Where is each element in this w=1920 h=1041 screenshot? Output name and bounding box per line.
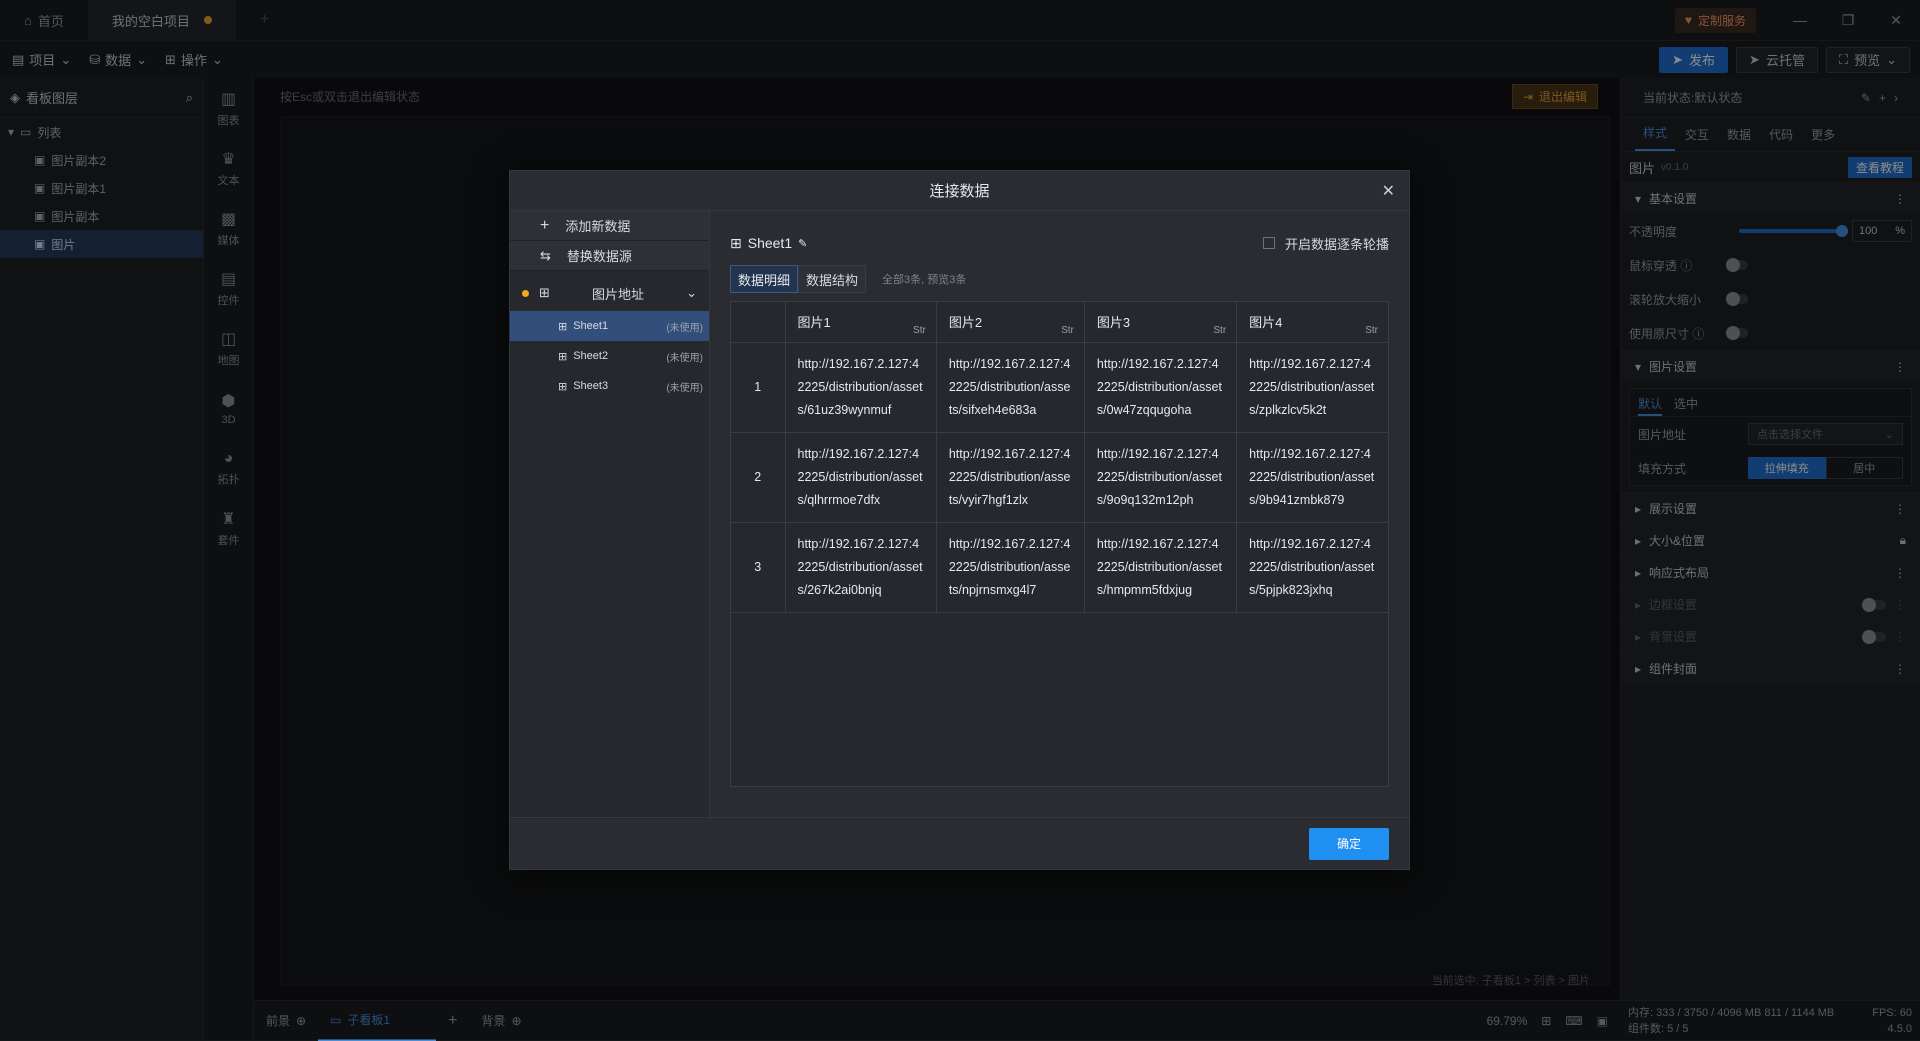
table-cell: http://192.167.2.127:42225/distribution/… bbox=[785, 432, 937, 523]
column-header-label: 图片2 bbox=[948, 315, 983, 330]
data-source-name: 图片地址 bbox=[591, 286, 644, 302]
string-type-icon: Str bbox=[1061, 324, 1074, 336]
table-cell: http://192.167.2.127:42225/distribution/… bbox=[785, 522, 937, 613]
close-icon[interactable]: ✕ bbox=[1382, 181, 1395, 201]
sheet-name: Sheet2 bbox=[573, 350, 609, 362]
chevron-down-icon: ⌄ bbox=[686, 285, 697, 300]
sheet-preview: ⊞ Sheet1 ✎ 开启数据逐条轮播 数据明细 数据结构 全部3条, 预览3条… bbox=[710, 211, 1409, 819]
string-type-icon: Str bbox=[1213, 324, 1227, 336]
table-icon: ⊞ bbox=[558, 350, 568, 363]
carousel-checkbox[interactable]: 开启数据逐条轮播 bbox=[1262, 234, 1389, 253]
row-index: 2 bbox=[731, 432, 786, 523]
dialog-header: 连接数据 ✕ bbox=[510, 171, 1409, 211]
index-header bbox=[731, 302, 786, 343]
current-sheet-name: Sheet1 bbox=[747, 235, 793, 251]
column-header-label: 图片1 bbox=[797, 315, 831, 330]
table-cell: http://192.167.2.127:42225/distribution/… bbox=[1236, 522, 1388, 613]
column-header: 图片1 Str bbox=[785, 302, 937, 343]
sheet-title-row: ⊞ Sheet1 ✎ 开启数据逐条轮播 bbox=[730, 233, 1389, 253]
table-row: 2 http://192.167.2.127:42225/distributio… bbox=[731, 432, 1388, 523]
add-data-button[interactable]: + 添加新数据 bbox=[510, 211, 709, 241]
status-dot-icon bbox=[522, 289, 529, 297]
dialog-footer: 确定 bbox=[510, 817, 1409, 869]
table-header-row: 图片1 Str 图片2 Str 图片3 Str 图片4 Str bbox=[731, 302, 1388, 343]
sheet-item-sheet2[interactable]: ⊞ Sheet2 (未使用) bbox=[510, 341, 709, 371]
column-header: 图片2 Str bbox=[936, 302, 1085, 343]
table-cell: http://192.167.2.127:42225/distribution/… bbox=[1084, 432, 1238, 523]
plus-icon: + bbox=[540, 216, 550, 234]
confirm-button[interactable]: 确定 bbox=[1309, 827, 1389, 860]
column-header: 图片3 Str bbox=[1084, 302, 1238, 343]
column-header-label: 图片3 bbox=[1096, 315, 1131, 330]
table-cell: http://192.167.2.127:42225/distribution/… bbox=[1236, 432, 1388, 523]
dialog-title: 连接数据 bbox=[929, 183, 990, 200]
data-table: 图片1 Str 图片2 Str 图片3 Str 图片4 Str 1 http://192… bbox=[730, 301, 1389, 787]
data-source-list: + 添加新数据 ⇆ 替换数据源 ⊞ 图片地址 ⌄ ⊞ Sheet1 (未使用) ⊞ She… bbox=[510, 211, 710, 819]
table-cell: http://192.167.2.127:42225/distribution/… bbox=[936, 432, 1085, 523]
table-row: 1 http://192.167.2.127:42225/distributio… bbox=[731, 342, 1388, 433]
replace-source-button[interactable]: ⇆ 替换数据源 bbox=[510, 241, 709, 271]
tab-data-structure[interactable]: 数据结构 bbox=[798, 265, 867, 293]
table-icon: ⊞ bbox=[558, 380, 568, 393]
table-cell: http://192.167.2.127:42225/distribution/… bbox=[936, 342, 1085, 433]
data-source-item[interactable]: ⊞ 图片地址 ⌄ bbox=[510, 275, 709, 311]
row-count-text: 全部3条, 预览3条 bbox=[882, 274, 967, 286]
column-header-label: 图片4 bbox=[1249, 315, 1283, 330]
replace-source-label: 替换数据源 bbox=[566, 249, 632, 264]
table-row: 3 http://192.167.2.127:42225/distributio… bbox=[731, 522, 1388, 613]
sheet-status: (未使用) bbox=[666, 322, 703, 334]
preview-tabs: 数据明细 数据结构 全部3条, 预览3条 bbox=[730, 265, 1389, 293]
sheet-status: (未使用) bbox=[666, 352, 703, 364]
table-icon: ⊞ bbox=[730, 234, 742, 251]
checkbox-icon[interactable] bbox=[1262, 237, 1275, 249]
table-cell: http://192.167.2.127:42225/distribution/… bbox=[1084, 522, 1238, 613]
add-data-label: 添加新数据 bbox=[565, 219, 631, 234]
carousel-label: 开启数据逐条轮播 bbox=[1284, 236, 1389, 252]
tab-data-detail[interactable]: 数据明细 bbox=[730, 265, 799, 293]
sheet-name: Sheet3 bbox=[573, 380, 609, 392]
edit-icon[interactable]: ✎ bbox=[798, 237, 807, 250]
table-cell: http://192.167.2.127:42225/distribution/… bbox=[785, 342, 937, 433]
column-header: 图片4 Str bbox=[1236, 302, 1388, 343]
table-cell: http://192.167.2.127:42225/distribution/… bbox=[936, 522, 1085, 613]
sheet-item-sheet1[interactable]: ⊞ Sheet1 (未使用) bbox=[510, 311, 709, 341]
table-cell: http://192.167.2.127:42225/distribution/… bbox=[1236, 342, 1388, 433]
sheet-status: (未使用) bbox=[666, 382, 703, 394]
string-type-icon: Str bbox=[1365, 324, 1378, 336]
row-index: 3 bbox=[731, 522, 786, 613]
swap-icon: ⇆ bbox=[540, 247, 551, 263]
sheet-name: Sheet1 bbox=[573, 320, 609, 332]
string-type-icon: Str bbox=[913, 324, 926, 336]
sheet-item-sheet3[interactable]: ⊞ Sheet3 (未使用) bbox=[510, 371, 709, 401]
connect-data-dialog: 连接数据 ✕ + 添加新数据 ⇆ 替换数据源 ⊞ 图片地址 ⌄ ⊞ Sheet1 (未使… bbox=[509, 170, 1410, 870]
table-icon: ⊞ bbox=[539, 285, 550, 300]
table-cell: http://192.167.2.127:42225/distribution/… bbox=[1084, 342, 1238, 433]
row-index: 1 bbox=[731, 342, 786, 433]
table-icon: ⊞ bbox=[558, 320, 568, 333]
